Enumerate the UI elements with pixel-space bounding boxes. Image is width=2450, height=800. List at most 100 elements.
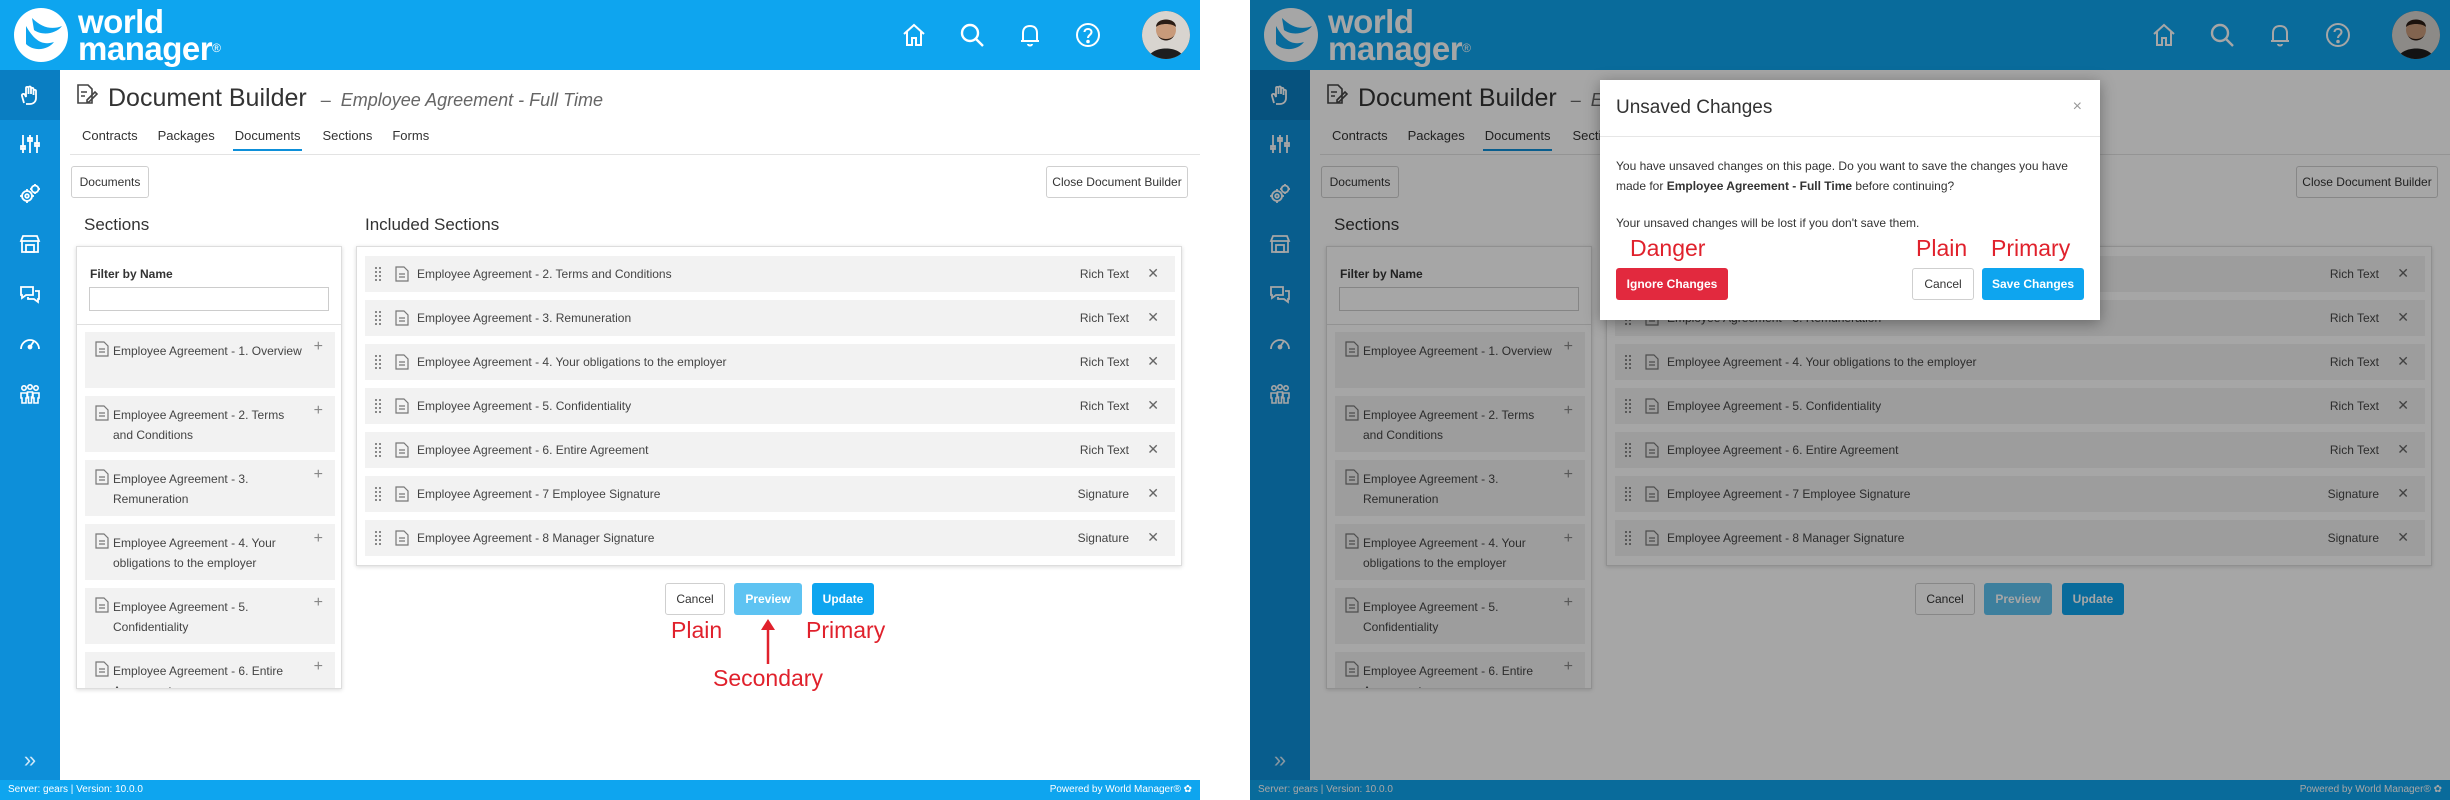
store-icon[interactable] xyxy=(14,228,46,260)
modal-warning: Your unsaved changes will be lost if you… xyxy=(1616,216,1920,230)
add-section-icon[interactable]: + xyxy=(314,338,323,356)
drag-handle-icon[interactable] xyxy=(375,267,382,281)
bell-icon[interactable] xyxy=(1014,19,1046,51)
annotation-plain: Plain xyxy=(671,617,723,643)
tools-icon[interactable] xyxy=(14,128,46,160)
drag-handle-icon[interactable] xyxy=(375,531,382,545)
documents-button[interactable]: Documents xyxy=(71,166,149,198)
drag-handle-icon[interactable] xyxy=(375,443,382,457)
tabs-underline xyxy=(70,154,1200,155)
speedometer-icon[interactable] xyxy=(14,328,46,360)
gears-icon[interactable] xyxy=(14,178,46,210)
section-item-label: Employee Agreement - 2. Terms and Condit… xyxy=(113,408,285,442)
remove-section-icon[interactable]: ✕ xyxy=(1147,353,1159,370)
remove-section-icon[interactable]: ✕ xyxy=(1147,485,1159,502)
world-manager-logo[interactable]: world manager® xyxy=(12,5,221,65)
remove-section-icon[interactable]: ✕ xyxy=(1147,529,1159,546)
list-item[interactable]: Employee Agreement - 4. Your obligations… xyxy=(85,524,335,580)
preview-button[interactable]: Preview xyxy=(734,583,802,615)
page-header: Document Builder – Employee Agreement - … xyxy=(74,82,603,113)
drag-handle-icon[interactable] xyxy=(375,399,382,413)
table-row[interactable]: Employee Agreement - 4. Your obligations… xyxy=(365,344,1175,380)
close-document-builder-button[interactable]: Close Document Builder xyxy=(1046,166,1188,198)
annotation-secondary: Secondary xyxy=(713,665,823,691)
table-row[interactable]: Employee Agreement - 5. Confidentiality … xyxy=(365,388,1175,424)
section-type-label: Rich Text xyxy=(1079,311,1129,325)
page-subtitle: Employee Agreement - Full Time xyxy=(340,90,603,110)
remove-section-icon[interactable]: ✕ xyxy=(1147,309,1159,326)
user-avatar[interactable] xyxy=(1142,11,1190,59)
help-icon[interactable] xyxy=(1072,19,1104,51)
included-section-label: Employee Agreement - 2. Terms and Condit… xyxy=(417,267,672,281)
remove-section-icon[interactable]: ✕ xyxy=(1147,397,1159,414)
chat-icon[interactable] xyxy=(14,278,46,310)
section-type-label: Signature xyxy=(1077,487,1129,501)
wm-small-icon: ✿ xyxy=(1183,784,1192,795)
document-icon xyxy=(395,398,409,414)
add-section-icon[interactable]: + xyxy=(314,466,323,484)
document-icon xyxy=(95,469,109,485)
modal-divider xyxy=(1600,136,2100,137)
remove-section-icon[interactable]: ✕ xyxy=(1147,265,1159,282)
document-icon xyxy=(395,486,409,502)
drag-handle-icon[interactable] xyxy=(375,311,382,325)
included-section-label: Employee Agreement - 4. Your obligations… xyxy=(417,355,727,369)
modal-message-tail: before continuing? xyxy=(1852,179,1955,193)
annotation-arrow-icon xyxy=(761,619,775,664)
powered-by-text: Powered by World Manager® xyxy=(1049,784,1181,795)
list-item[interactable]: Employee Agreement - 2. Terms and Condit… xyxy=(85,396,335,452)
screenshot-canvas: world manager® » Document Builder – Empl… xyxy=(0,0,2450,800)
tab-sections[interactable]: Sections xyxy=(320,128,382,151)
add-section-icon[interactable]: + xyxy=(314,658,323,676)
table-row[interactable]: Employee Agreement - 7 Employee Signatur… xyxy=(365,476,1175,512)
table-row[interactable]: Employee Agreement - 3. Remuneration Ric… xyxy=(365,300,1175,336)
hand-icon[interactable] xyxy=(14,79,46,111)
list-item[interactable]: Employee Agreement - 1. Overview + xyxy=(85,332,335,388)
section-type-label: Rich Text xyxy=(1079,267,1129,281)
footer-bar: Server: gears | Version: 10.0.0 Powered … xyxy=(0,780,1200,800)
document-edit-icon xyxy=(77,84,98,104)
included-sections-heading: Included Sections xyxy=(365,215,500,234)
add-section-icon[interactable]: + xyxy=(314,402,323,420)
document-icon xyxy=(95,597,109,613)
tab-documents[interactable]: Documents xyxy=(232,128,303,151)
logo-text: world manager® xyxy=(78,5,221,65)
section-item-label: Employee Agreement - 4. Your obligations… xyxy=(113,536,276,570)
drag-handle-icon[interactable] xyxy=(375,355,382,369)
tab-contracts[interactable]: Contracts xyxy=(80,128,148,151)
update-button[interactable]: Update xyxy=(812,583,874,615)
modal-cancel-button[interactable]: Cancel xyxy=(1912,268,1974,300)
save-changes-button[interactable]: Save Changes xyxy=(1982,268,2084,300)
table-row[interactable]: Employee Agreement - 2. Terms and Condit… xyxy=(365,256,1175,292)
drag-handle-icon[interactable] xyxy=(375,487,382,501)
list-item[interactable]: Employee Agreement - 3. Remuneration + xyxy=(85,460,335,516)
document-icon xyxy=(395,530,409,546)
sections-heading: Sections xyxy=(84,215,150,234)
document-icon xyxy=(395,354,409,370)
list-item[interactable]: Employee Agreement - 5. Confidentiality … xyxy=(85,588,335,644)
main-content: Document Builder – Employee Agreement - … xyxy=(60,70,1200,780)
tab-forms[interactable]: Forms xyxy=(390,128,439,151)
ignore-changes-button[interactable]: Ignore Changes xyxy=(1616,268,1728,300)
tab-packages[interactable]: Packages xyxy=(156,128,225,151)
included-sections-panel: Employee Agreement - 2. Terms and Condit… xyxy=(356,246,1182,566)
add-section-icon[interactable]: + xyxy=(314,530,323,548)
expand-sidebar-icon[interactable]: » xyxy=(0,740,60,780)
cancel-button[interactable]: Cancel xyxy=(665,583,725,615)
section-item-label: Employee Agreement - 6. Entire Agreement xyxy=(113,664,284,688)
add-section-icon[interactable]: + xyxy=(314,594,323,612)
list-item[interactable]: Employee Agreement - 6. Entire Agreement… xyxy=(85,652,335,688)
included-section-label: Employee Agreement - 8 Manager Signature xyxy=(417,531,655,545)
title-dash: – xyxy=(320,90,331,110)
filter-label: Filter by Name xyxy=(90,267,173,281)
search-icon[interactable] xyxy=(956,19,988,51)
table-row[interactable]: Employee Agreement - 6. Entire Agreement… xyxy=(365,432,1175,468)
close-icon[interactable]: × xyxy=(2073,98,2082,116)
home-icon[interactable] xyxy=(898,19,930,51)
remove-section-icon[interactable]: ✕ xyxy=(1147,441,1159,458)
people-icon[interactable] xyxy=(14,378,46,410)
filter-input[interactable] xyxy=(89,287,329,311)
table-row[interactable]: Employee Agreement - 8 Manager Signature… xyxy=(365,520,1175,556)
top-bar: world manager® xyxy=(0,0,1200,70)
included-section-label: Employee Agreement - 6. Entire Agreement xyxy=(417,443,649,457)
